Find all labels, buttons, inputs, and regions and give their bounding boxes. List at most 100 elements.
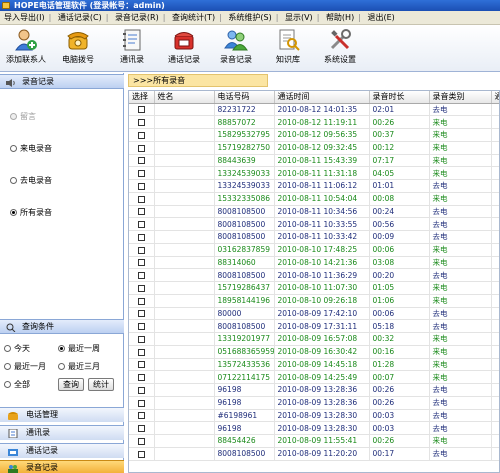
table-row[interactable]: 15829532795 2010-08-12 09:56:35 00:37 来电	[129, 128, 499, 142]
checkbox[interactable]	[137, 119, 145, 127]
table-row[interactable]: 07122114175 2010-08-09 14:25:49 00:07 来电	[129, 370, 499, 384]
nav-phone-management[interactable]: 电话管理	[0, 407, 124, 422]
table-row[interactable]: 03162837859 2010-08-10 17:48:25 00:06 来电	[129, 243, 499, 257]
recordings-section-header[interactable]: 录音记录	[0, 74, 124, 89]
filter-label: 去电录音	[20, 176, 52, 185]
table-row[interactable]: 8008108500 2010-08-11 10:33:42 00:09 去电	[129, 230, 499, 244]
checkbox[interactable]	[137, 144, 145, 152]
checkbox[interactable]	[137, 361, 145, 369]
table-row[interactable]: 8008108500 2010-08-11 10:34:56 00:24 去电	[129, 205, 499, 219]
nav-address-book[interactable]: 通讯录	[0, 425, 124, 440]
table-row[interactable]: 13572433536 2010-08-09 14:45:18 01:28 来电	[129, 358, 499, 372]
table-row[interactable]: 82231722 2010-08-12 14:01:35 02:01 去电	[129, 103, 499, 117]
radio-button-selected	[58, 345, 65, 352]
table-row[interactable]: 13324539033 2010-08-11 11:31:18 04:05 来电	[129, 166, 499, 180]
checkbox[interactable]	[137, 374, 145, 382]
table-row[interactable]: 88314060 2010-08-10 14:21:36 03:08 来电	[129, 256, 499, 270]
checkbox[interactable]	[137, 246, 145, 254]
table-row[interactable]: 96198 2010-08-09 13:28:30 00:03 去电	[129, 421, 499, 435]
checkbox[interactable]	[137, 437, 145, 445]
date-last-month[interactable]: 最近一月	[4, 362, 46, 372]
cell-duration: 00:26	[369, 434, 430, 448]
nav-recordings[interactable]: 录音记录	[0, 460, 124, 473]
checkbox[interactable]	[137, 310, 145, 318]
date-last-three-months[interactable]: 最近三月	[58, 362, 100, 372]
menu-exit[interactable]: 退出(E)	[363, 11, 398, 25]
filter-outgoing[interactable]: 去电录音	[10, 176, 52, 186]
checkbox[interactable]	[137, 131, 145, 139]
column-header-extra[interactable]: 通	[491, 91, 499, 104]
call-log-button[interactable]: 通话记录	[162, 28, 206, 70]
column-header-duration[interactable]: 录音时长	[369, 91, 430, 104]
checkbox[interactable]	[137, 208, 145, 216]
table-row[interactable]: 96198 2010-08-09 13:28:36 00:26 去电	[129, 383, 499, 397]
table-row[interactable]: 88857072 2010-08-12 11:19:11 00:26 来电	[129, 115, 499, 129]
menu-view[interactable]: 显示(V)	[281, 11, 317, 25]
checkbox[interactable]	[137, 335, 145, 343]
table-row[interactable]: 8008108500 2010-08-09 11:20:20 00:17 去电	[129, 447, 499, 461]
table-row[interactable]: 13324539033 2010-08-11 11:06:12 01:01 去电	[129, 179, 499, 193]
checkbox[interactable]	[137, 221, 145, 229]
column-header-type[interactable]: 录音类别	[429, 91, 492, 104]
checkbox[interactable]	[137, 297, 145, 305]
table-row[interactable]: 88443639 2010-08-11 15:43:39 07:17 来电	[129, 154, 499, 168]
nav-call-log[interactable]: 通话记录	[0, 443, 124, 458]
filter-all[interactable]: 所有录音	[10, 208, 52, 218]
table-row[interactable]: 8008108500 2010-08-10 11:36:29 00:20 去电	[129, 268, 499, 282]
table-row[interactable]: 18958144196 2010-08-10 09:26:18 01:06 来电	[129, 294, 499, 308]
table-row[interactable]: 13319201977 2010-08-09 16:57:08 00:32 来电	[129, 332, 499, 346]
menu-recordings[interactable]: 录音记录(R)	[111, 11, 163, 25]
table-row[interactable]: 80000 2010-08-09 17:42:10 00:06 去电	[129, 307, 499, 321]
table-row[interactable]: 8008108500 2010-08-09 17:31:11 05:18 去电	[129, 319, 499, 333]
checkbox[interactable]	[137, 348, 145, 356]
checkbox[interactable]	[137, 425, 145, 433]
checkbox[interactable]	[137, 399, 145, 407]
cell-extra	[491, 294, 499, 308]
checkbox[interactable]	[137, 412, 145, 420]
table-row[interactable]: 051688365959 2010-08-09 16:30:42 00:16 来电	[129, 345, 499, 359]
table-row[interactable]: 15332335086 2010-08-11 10:54:04 00:08 来电	[129, 192, 499, 206]
pc-dial-button[interactable]: 电脑拨号	[56, 28, 100, 70]
checkbox[interactable]	[137, 157, 145, 165]
table-row[interactable]: 88454426 2010-08-09 11:55:41 00:26 来电	[129, 434, 499, 448]
column-header-call-time[interactable]: 通话时间	[274, 91, 370, 104]
checkbox[interactable]	[137, 323, 145, 331]
menu-query-stats[interactable]: 查询统计(T)	[168, 11, 219, 25]
menu-call-records[interactable]: 通话记录(C)	[54, 11, 106, 25]
date-last-week[interactable]: 最近一周	[58, 344, 100, 354]
checkbox[interactable]	[137, 195, 145, 203]
table-row[interactable]: #6198961 2010-08-09 13:28:30 00:03 去电	[129, 409, 499, 423]
filter-incoming[interactable]: 来电录音	[10, 144, 52, 154]
table-row[interactable]: 96198 2010-08-09 13:28:36 00:26 去电	[129, 396, 499, 410]
checkbox[interactable]	[137, 450, 145, 458]
column-header-select[interactable]: 选择	[129, 91, 155, 104]
checkbox[interactable]	[137, 106, 145, 114]
menu-help[interactable]: 帮助(H)	[322, 11, 358, 25]
address-book-button[interactable]: 通讯录	[112, 28, 152, 70]
date-all[interactable]: 全部	[4, 380, 30, 390]
column-header-name[interactable]: 姓名	[154, 91, 215, 104]
checkbox[interactable]	[137, 233, 145, 241]
table-row[interactable]: 15719286437 2010-08-10 11:07:30 01:05 来电	[129, 281, 499, 295]
system-settings-button[interactable]: 系统设置	[318, 28, 362, 70]
query-section-header[interactable]: 查询条件	[0, 319, 124, 334]
checkbox[interactable]	[137, 170, 145, 178]
checkbox[interactable]	[137, 272, 145, 280]
table-row[interactable]: 15719282750 2010-08-12 09:32:45 00:12 来电	[129, 141, 499, 155]
menu-import-export[interactable]: 导入导出(I)	[0, 11, 49, 25]
query-button[interactable]: 查询	[58, 378, 84, 391]
add-contact-button[interactable]: 添加联系人	[4, 28, 48, 70]
date-today[interactable]: 今天	[4, 344, 30, 354]
table-row[interactable]: 8008108500 2010-08-11 10:33:55 00:56 去电	[129, 217, 499, 231]
filter-voicemail[interactable]: 留言	[10, 112, 36, 122]
checkbox[interactable]	[137, 182, 145, 190]
cell-extra	[491, 115, 499, 129]
checkbox[interactable]	[137, 386, 145, 394]
recordings-button[interactable]: 录音记录	[214, 28, 258, 70]
menu-system[interactable]: 系统维护(S)	[224, 11, 275, 25]
checkbox[interactable]	[137, 259, 145, 267]
stats-button[interactable]: 统计	[88, 378, 114, 391]
column-header-phone[interactable]: 电话号码	[214, 91, 275, 104]
knowledge-base-button[interactable]: 知识库	[268, 28, 308, 70]
checkbox[interactable]	[137, 284, 145, 292]
